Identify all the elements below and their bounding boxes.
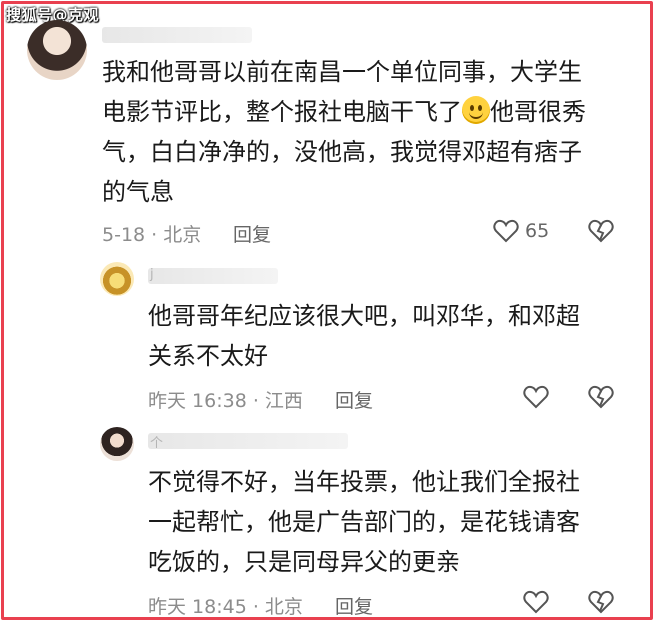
avatar[interactable]: [100, 262, 134, 296]
avatar[interactable]: [27, 20, 87, 80]
heart-icon[interactable]: [523, 590, 549, 614]
username-glyph: 个: [150, 436, 164, 451]
reply-button[interactable]: 回复: [335, 386, 373, 413]
username-blurred[interactable]: [148, 433, 348, 449]
comment-meta: 5-18 · 北京: [102, 224, 202, 246]
comment-meta: 昨天 16:38 · 江西: [148, 390, 303, 412]
dislike-heart-icon[interactable]: [588, 385, 614, 409]
dislike-heart-icon[interactable]: [588, 590, 614, 614]
avatar[interactable]: [100, 427, 134, 461]
username-blurred[interactable]: [148, 268, 278, 284]
heart-icon[interactable]: [493, 219, 519, 243]
username-glyph: j: [150, 267, 154, 282]
reply-button[interactable]: 回复: [335, 592, 373, 619]
username-blurred[interactable]: [102, 27, 252, 43]
comment-text: 我和他哥哥以前在南昌一个单位同事，大学生 电影节评比，整个报社电脑干飞了 他哥很秀…: [102, 58, 586, 206]
smile-emoji-icon: [462, 96, 490, 124]
like-count: 65: [525, 220, 550, 242]
reply-button[interactable]: 回复: [233, 220, 271, 247]
comment-text: 不觉得不好，当年投票，他让我们全报社 一起帮忙，他是广告部门的，是花钱请客 吃饭…: [148, 468, 580, 576]
comment-text: 他哥哥年纪应该很大吧，叫邓华，和邓超 关系不太好: [148, 302, 580, 370]
heart-icon[interactable]: [523, 385, 549, 409]
comment-meta: 昨天 18:45 · 北京: [148, 596, 303, 618]
dislike-heart-icon[interactable]: [588, 219, 614, 243]
